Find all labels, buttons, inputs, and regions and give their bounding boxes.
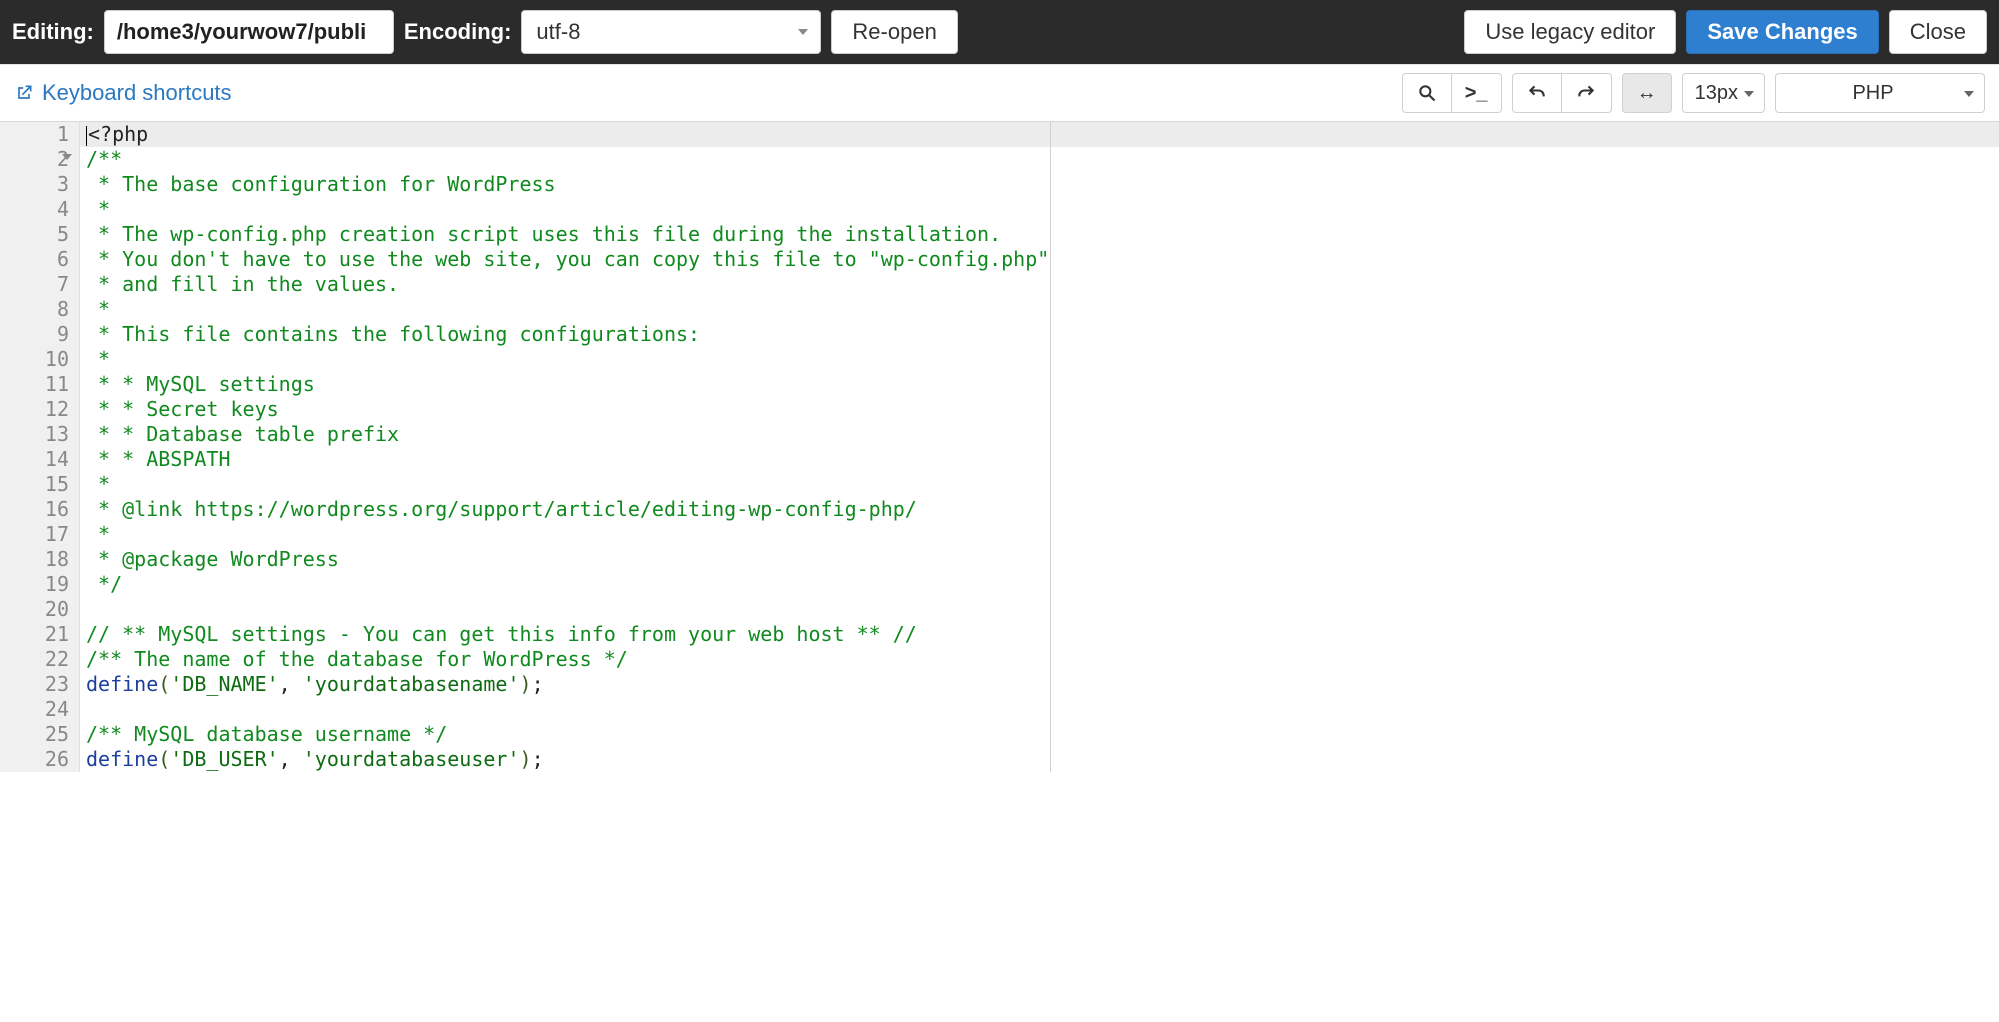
code-line[interactable]: *: [80, 472, 1999, 497]
keyboard-shortcuts-label: Keyboard shortcuts: [42, 80, 232, 106]
external-link-icon: [14, 83, 34, 103]
code-line[interactable]: * * Secret keys: [80, 397, 1999, 422]
line-number: 25: [0, 722, 79, 747]
line-number: 13: [0, 422, 79, 447]
line-number: 24: [0, 697, 79, 722]
line-number: 17: [0, 522, 79, 547]
close-button[interactable]: Close: [1889, 10, 1987, 54]
line-number: 16: [0, 497, 79, 522]
code-line[interactable]: * * MySQL settings: [80, 372, 1999, 397]
line-number: 26: [0, 747, 79, 772]
code-line[interactable]: /** The name of the database for WordPre…: [80, 647, 1999, 672]
encoding-value: utf-8: [536, 19, 580, 45]
code-line[interactable]: *: [80, 347, 1999, 372]
line-number: 9: [0, 322, 79, 347]
search-button[interactable]: [1402, 73, 1452, 113]
line-number: 22: [0, 647, 79, 672]
line-number: 2: [0, 147, 79, 172]
line-number: 6: [0, 247, 79, 272]
toolbar: Keyboard shortcuts >_ ↔ 13px PHP: [0, 64, 1999, 121]
code-line[interactable]: [80, 697, 1999, 722]
line-number: 11: [0, 372, 79, 397]
code-area[interactable]: <?php/** * The base configuration for Wo…: [80, 122, 1999, 772]
line-number: 5: [0, 222, 79, 247]
encoding-select[interactable]: utf-8: [521, 10, 821, 54]
wrap-toggle-button[interactable]: ↔: [1622, 73, 1672, 113]
line-number: 15: [0, 472, 79, 497]
code-line[interactable]: * and fill in the values.: [80, 272, 1999, 297]
line-number: 10: [0, 347, 79, 372]
line-number: 14: [0, 447, 79, 472]
fold-icon[interactable]: [62, 154, 72, 160]
header-right: Use legacy editor Save Changes Close: [1464, 10, 1987, 54]
code-line[interactable]: * The base configuration for WordPress: [80, 172, 1999, 197]
line-number: 12: [0, 397, 79, 422]
line-number: 20: [0, 597, 79, 622]
save-changes-button[interactable]: Save Changes: [1686, 10, 1878, 54]
line-number: 7: [0, 272, 79, 297]
search-icon: [1417, 83, 1437, 103]
editing-label: Editing:: [12, 19, 94, 45]
gutter: 1234567891011121314151617181920212223242…: [0, 122, 80, 772]
code-line[interactable]: [80, 597, 1999, 622]
language-value: PHP: [1852, 82, 1893, 105]
legacy-editor-button[interactable]: Use legacy editor: [1464, 10, 1676, 54]
console-button[interactable]: >_: [1452, 73, 1502, 113]
redo-icon: [1576, 83, 1596, 103]
code-line[interactable]: *: [80, 297, 1999, 322]
font-size-value: 13px: [1695, 82, 1738, 105]
code-line[interactable]: /** MySQL database username */: [80, 722, 1999, 747]
code-line[interactable]: /**: [80, 147, 1999, 172]
header-bar: Editing: Encoding: utf-8 Re-open Use leg…: [0, 0, 1999, 64]
code-line[interactable]: * * Database table prefix: [80, 422, 1999, 447]
wrap-group: ↔: [1622, 73, 1672, 113]
file-path-input[interactable]: [104, 10, 394, 54]
wrap-icon: ↔: [1637, 82, 1657, 105]
line-number: 21: [0, 622, 79, 647]
editor[interactable]: 1234567891011121314151617181920212223242…: [0, 121, 1999, 772]
code-line[interactable]: * You don't have to use the web site, yo…: [80, 247, 1999, 272]
header-left: Editing: Encoding: utf-8 Re-open: [12, 10, 1454, 54]
font-size-select[interactable]: 13px: [1682, 73, 1765, 113]
code-line[interactable]: * * ABSPATH: [80, 447, 1999, 472]
code-line[interactable]: * @package WordPress: [80, 547, 1999, 572]
language-select[interactable]: PHP: [1775, 73, 1985, 113]
code-line[interactable]: * This file contains the following confi…: [80, 322, 1999, 347]
search-group: >_: [1402, 73, 1502, 113]
encoding-label: Encoding:: [404, 19, 512, 45]
line-number: 1: [0, 122, 79, 147]
line-number: 8: [0, 297, 79, 322]
code-line[interactable]: * The wp-config.php creation script uses…: [80, 222, 1999, 247]
line-number: 4: [0, 197, 79, 222]
code-line[interactable]: // ** MySQL settings - You can get this …: [80, 622, 1999, 647]
print-margin: [1050, 122, 1051, 772]
code-line[interactable]: define('DB_USER', 'yourdatabaseuser');: [80, 747, 1999, 772]
undo-icon: [1527, 83, 1547, 103]
keyboard-shortcuts-link[interactable]: Keyboard shortcuts: [14, 80, 232, 106]
code-line[interactable]: *: [80, 522, 1999, 547]
console-icon: >_: [1465, 82, 1488, 105]
undo-group: [1512, 73, 1612, 113]
code-line[interactable]: define('DB_NAME', 'yourdatabasename');: [80, 672, 1999, 697]
code-line[interactable]: *: [80, 197, 1999, 222]
line-number: 19: [0, 572, 79, 597]
line-number: 3: [0, 172, 79, 197]
reopen-button[interactable]: Re-open: [831, 10, 957, 54]
code-line[interactable]: */: [80, 572, 1999, 597]
line-number: 23: [0, 672, 79, 697]
code-line[interactable]: <?php: [80, 122, 1999, 147]
undo-button[interactable]: [1512, 73, 1562, 113]
redo-button[interactable]: [1562, 73, 1612, 113]
code-line[interactable]: * @link https://wordpress.org/support/ar…: [80, 497, 1999, 522]
line-number: 18: [0, 547, 79, 572]
